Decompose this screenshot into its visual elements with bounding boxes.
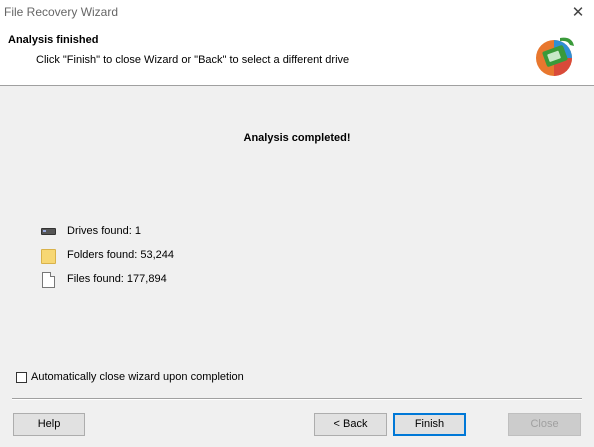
files-found-label: Files found: 177,894 [67,273,167,285]
header-title: Analysis finished [8,34,99,46]
files-found-row: Files found: 177,894 [40,270,167,288]
close-button: Close [508,413,581,436]
header-subtitle: Click "Finish" to close Wizard or "Back"… [36,54,350,66]
finish-button[interactable]: Finish [393,413,466,436]
folder-icon [40,247,56,264]
wizard-header: Analysis finished Click "Finish" to clos… [0,25,594,86]
help-button[interactable]: Help [13,413,85,436]
auto-close-option[interactable]: Automatically close wizard upon completi… [16,370,244,384]
drive-icon [40,223,56,239]
folders-found-label: Folders found: 53,244 [67,249,175,261]
title-bar: File Recovery Wizard ✕ [0,0,594,25]
auto-close-label[interactable]: Automatically close wizard upon completi… [31,371,244,383]
file-icon [40,271,56,288]
window-title: File Recovery Wizard [4,5,119,19]
drives-found-label: Drives found: 1 [67,225,141,237]
back-button[interactable]: < Back [314,413,387,436]
drives-found-row: Drives found: 1 [40,222,141,240]
window-close-button[interactable]: ✕ [566,3,590,23]
recovery-logo-icon [536,37,574,76]
analysis-message: Analysis completed! [243,132,351,144]
folders-found-row: Folders found: 53,244 [40,246,174,264]
footer-divider [12,398,582,400]
auto-close-checkbox[interactable] [16,371,27,383]
